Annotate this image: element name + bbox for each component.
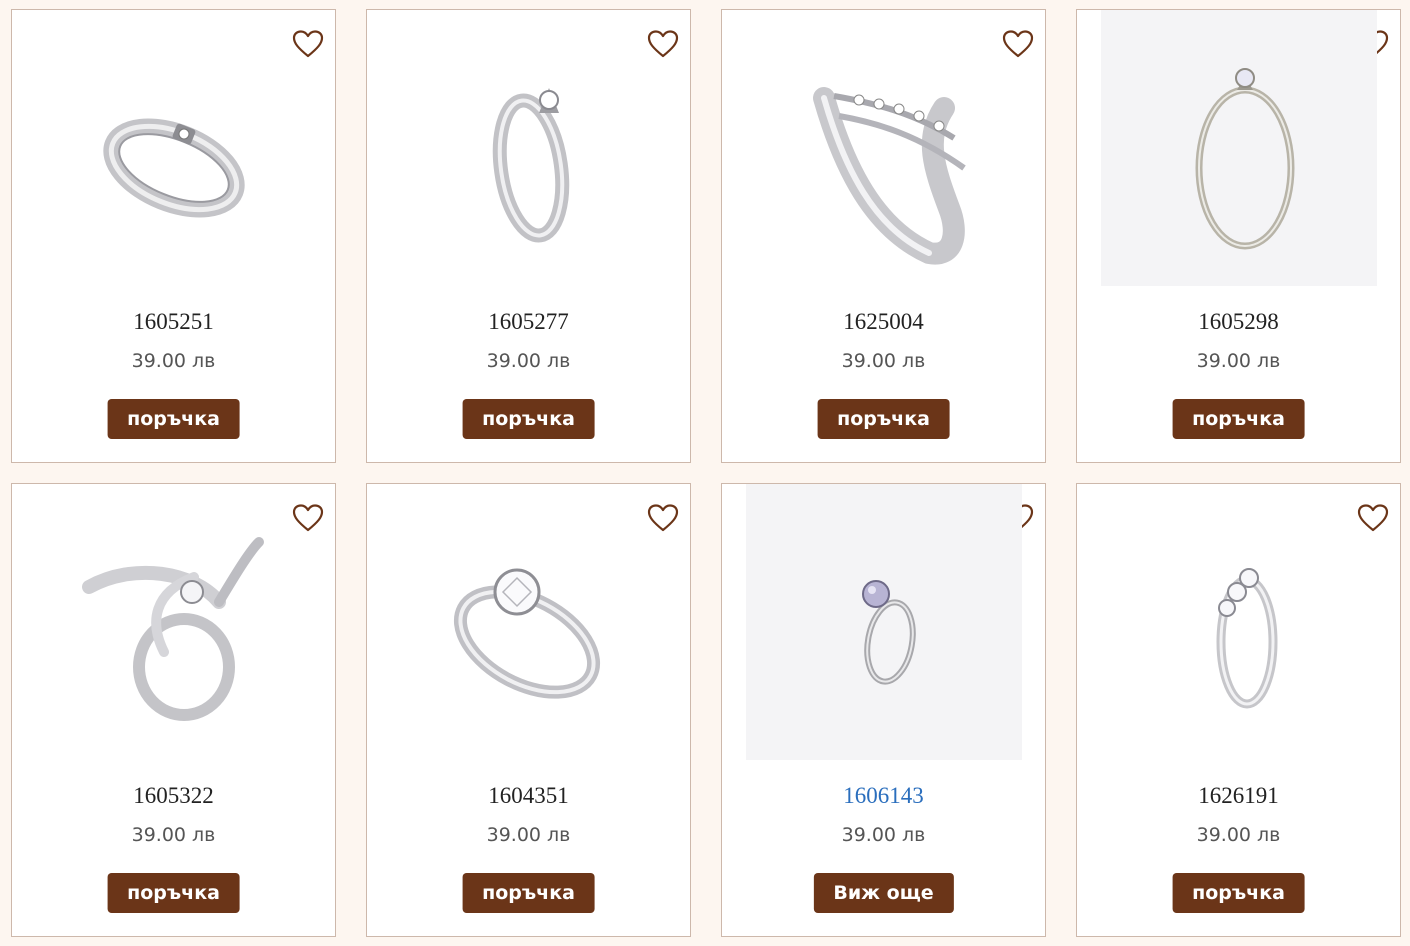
product-code[interactable]: 1605251 bbox=[12, 308, 335, 336]
product-card[interactable]: 1625004 39.00 лв поръчка bbox=[721, 9, 1046, 463]
order-button[interactable]: поръчка bbox=[817, 399, 950, 439]
product-price: 39.00 лв bbox=[131, 824, 216, 846]
order-button[interactable]: поръчка bbox=[1172, 399, 1305, 439]
product-card[interactable]: 1605298 39.00 лв поръчка bbox=[1076, 9, 1401, 463]
product-image[interactable] bbox=[391, 484, 667, 760]
product-price: 39.00 лв bbox=[841, 824, 926, 846]
product-price: 39.00 лв bbox=[841, 350, 926, 372]
product-card[interactable]: 1605322 39.00 лв поръчка bbox=[11, 483, 336, 937]
ring-solitaire-twist-image bbox=[492, 88, 570, 243]
product-price: 39.00 лв bbox=[486, 824, 571, 846]
product-price: 39.00 лв bbox=[1196, 350, 1281, 372]
ring-thin-solitaire-image bbox=[1195, 68, 1295, 250]
ring-wave-multi-stone-image bbox=[813, 87, 966, 265]
product-image[interactable] bbox=[1101, 10, 1377, 286]
product-code[interactable]: 1605322 bbox=[12, 782, 335, 810]
order-button[interactable]: поръчка bbox=[107, 873, 240, 913]
product-code[interactable]: 1626191 bbox=[1077, 782, 1400, 810]
ring-three-stone-image bbox=[1216, 568, 1278, 709]
product-card[interactable]: 1606143 39.00 лв Виж още bbox=[721, 483, 1046, 937]
see-more-button[interactable]: Виж още bbox=[813, 873, 954, 913]
order-button[interactable]: поръчка bbox=[462, 399, 595, 439]
product-image[interactable] bbox=[1101, 484, 1377, 760]
product-price: 39.00 лв bbox=[1196, 824, 1281, 846]
product-code[interactable]: 1605277 bbox=[367, 308, 690, 336]
ring-leaf-bypass-image bbox=[82, 537, 264, 721]
product-code-link[interactable]: 1606143 bbox=[722, 782, 1045, 810]
order-button[interactable]: поръчка bbox=[1172, 873, 1305, 913]
ring-lavender-stone-image bbox=[862, 580, 916, 685]
product-card[interactable]: 1605251 39.00 лв поръчка bbox=[11, 9, 336, 463]
product-code[interactable]: 1605298 bbox=[1077, 308, 1400, 336]
product-image[interactable] bbox=[391, 10, 667, 286]
product-code[interactable]: 1604351 bbox=[367, 782, 690, 810]
product-card[interactable]: 1605277 39.00 лв поръчка bbox=[366, 9, 691, 463]
product-grid: 1605251 39.00 лв поръчка 1605277 39.00 л… bbox=[11, 9, 1401, 937]
product-image[interactable] bbox=[746, 484, 1022, 760]
ring-band-single-stone-image bbox=[103, 118, 245, 218]
product-price: 39.00 лв bbox=[486, 350, 571, 372]
product-code[interactable]: 1625004 bbox=[722, 308, 1045, 336]
product-card[interactable]: 1604351 39.00 лв поръчка bbox=[366, 483, 691, 937]
product-price: 39.00 лв bbox=[131, 350, 216, 372]
product-image[interactable] bbox=[746, 10, 1022, 286]
product-card[interactable]: 1626191 39.00 лв поръчка bbox=[1076, 483, 1401, 937]
order-button[interactable]: поръчка bbox=[462, 873, 595, 913]
product-image[interactable] bbox=[36, 484, 312, 760]
order-button[interactable]: поръчка bbox=[107, 399, 240, 439]
product-image[interactable] bbox=[36, 10, 312, 286]
ring-large-solitaire-image bbox=[453, 568, 601, 699]
